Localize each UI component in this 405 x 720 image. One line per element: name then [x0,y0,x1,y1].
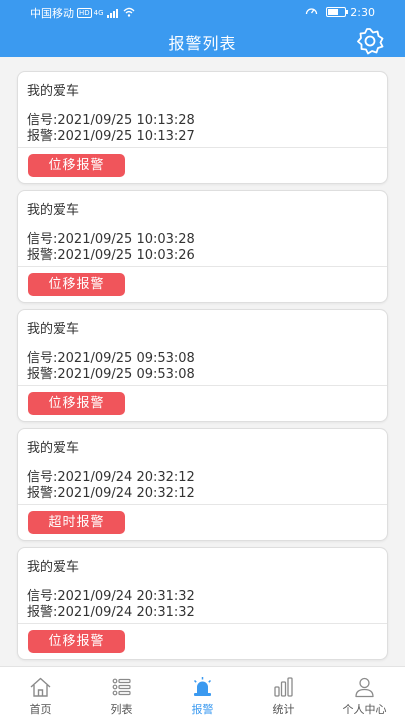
home-icon [30,677,51,697]
speedometer-icon [305,5,318,19]
user-icon [355,677,374,698]
alarm-card[interactable]: 我的爱车 信号:2021/09/24 20:32:12 报警:2021/09/2… [17,428,388,541]
bottom-tab-bar: 首页 列表 报警 统计 个人中心 [0,666,405,720]
status-bar: 中国移动 HD 4G 2:30 [0,0,405,24]
tab-alarm-label: 报警 [191,703,214,716]
list-icon [112,678,131,696]
alarm-type-badge[interactable]: 位移报警 [28,273,125,296]
alarm-light-icon [193,677,212,696]
tab-home[interactable]: 首页 [0,667,81,720]
card-divider [18,504,387,505]
card-divider [18,147,387,148]
card-divider [18,266,387,267]
alarm-card[interactable]: 我的爱车 信号:2021/09/24 20:31:32 报警:2021/09/2… [17,547,388,660]
tab-stats-label: 统计 [272,703,295,716]
battery-icon [326,7,349,17]
vehicle-name: 我的爱车 [27,441,80,456]
tab-profile[interactable]: 个人中心 [324,667,405,720]
card-divider [18,623,387,624]
alarm-time: 报警:2021/09/24 20:31:32 [27,605,195,620]
tab-list-label: 列表 [110,703,133,716]
tab-list[interactable]: 列表 [81,667,162,720]
signal-icon [106,8,119,18]
alarm-type-badge[interactable]: 位移报警 [28,154,125,177]
vehicle-name: 我的爱车 [27,203,80,218]
alarm-type-badge[interactable]: 位移报警 [28,630,125,653]
network-label: 4G [93,9,104,17]
gear-icon[interactable] [355,26,385,56]
alarm-time: 报警:2021/09/25 10:03:26 [27,248,195,263]
alarm-card[interactable]: 我的爱车 信号:2021/09/25 10:03:28 报警:2021/09/2… [17,190,388,303]
bar-chart-icon [274,677,293,697]
alarm-time: 报警:2021/09/24 20:32:12 [27,486,195,501]
page-title: 报警列表 [168,34,237,53]
alarm-card[interactable]: 我的爱车 信号:2021/09/25 09:53:08 报警:2021/09/2… [17,309,388,422]
carrier-label: 中国移动 [30,7,74,20]
tab-alarm[interactable]: 报警 [162,667,243,720]
tab-profile-label: 个人中心 [342,703,387,716]
alarm-type-badge[interactable]: 超时报警 [28,511,125,534]
battery-fill [328,9,339,15]
alarm-type-badge[interactable]: 位移报警 [28,392,125,415]
wifi-icon [123,7,135,20]
alarm-time: 报警:2021/09/25 09:53:08 [27,367,195,382]
hd-badge: HD [77,8,92,18]
tab-home-label: 首页 [29,703,52,716]
tab-stats[interactable]: 统计 [243,667,324,720]
vehicle-name: 我的爱车 [27,560,80,575]
top-bar: 中国移动 HD 4G 2:30 报警列表 [0,0,405,57]
status-time: 2:30 [350,5,375,19]
vehicle-name: 我的爱车 [27,84,80,99]
card-divider [18,385,387,386]
alarm-time: 报警:2021/09/25 10:13:27 [27,129,195,144]
vehicle-name: 我的爱车 [27,322,80,337]
alarm-card[interactable]: 我的爱车 信号:2021/09/25 10:13:28 报警:2021/09/2… [17,71,388,184]
